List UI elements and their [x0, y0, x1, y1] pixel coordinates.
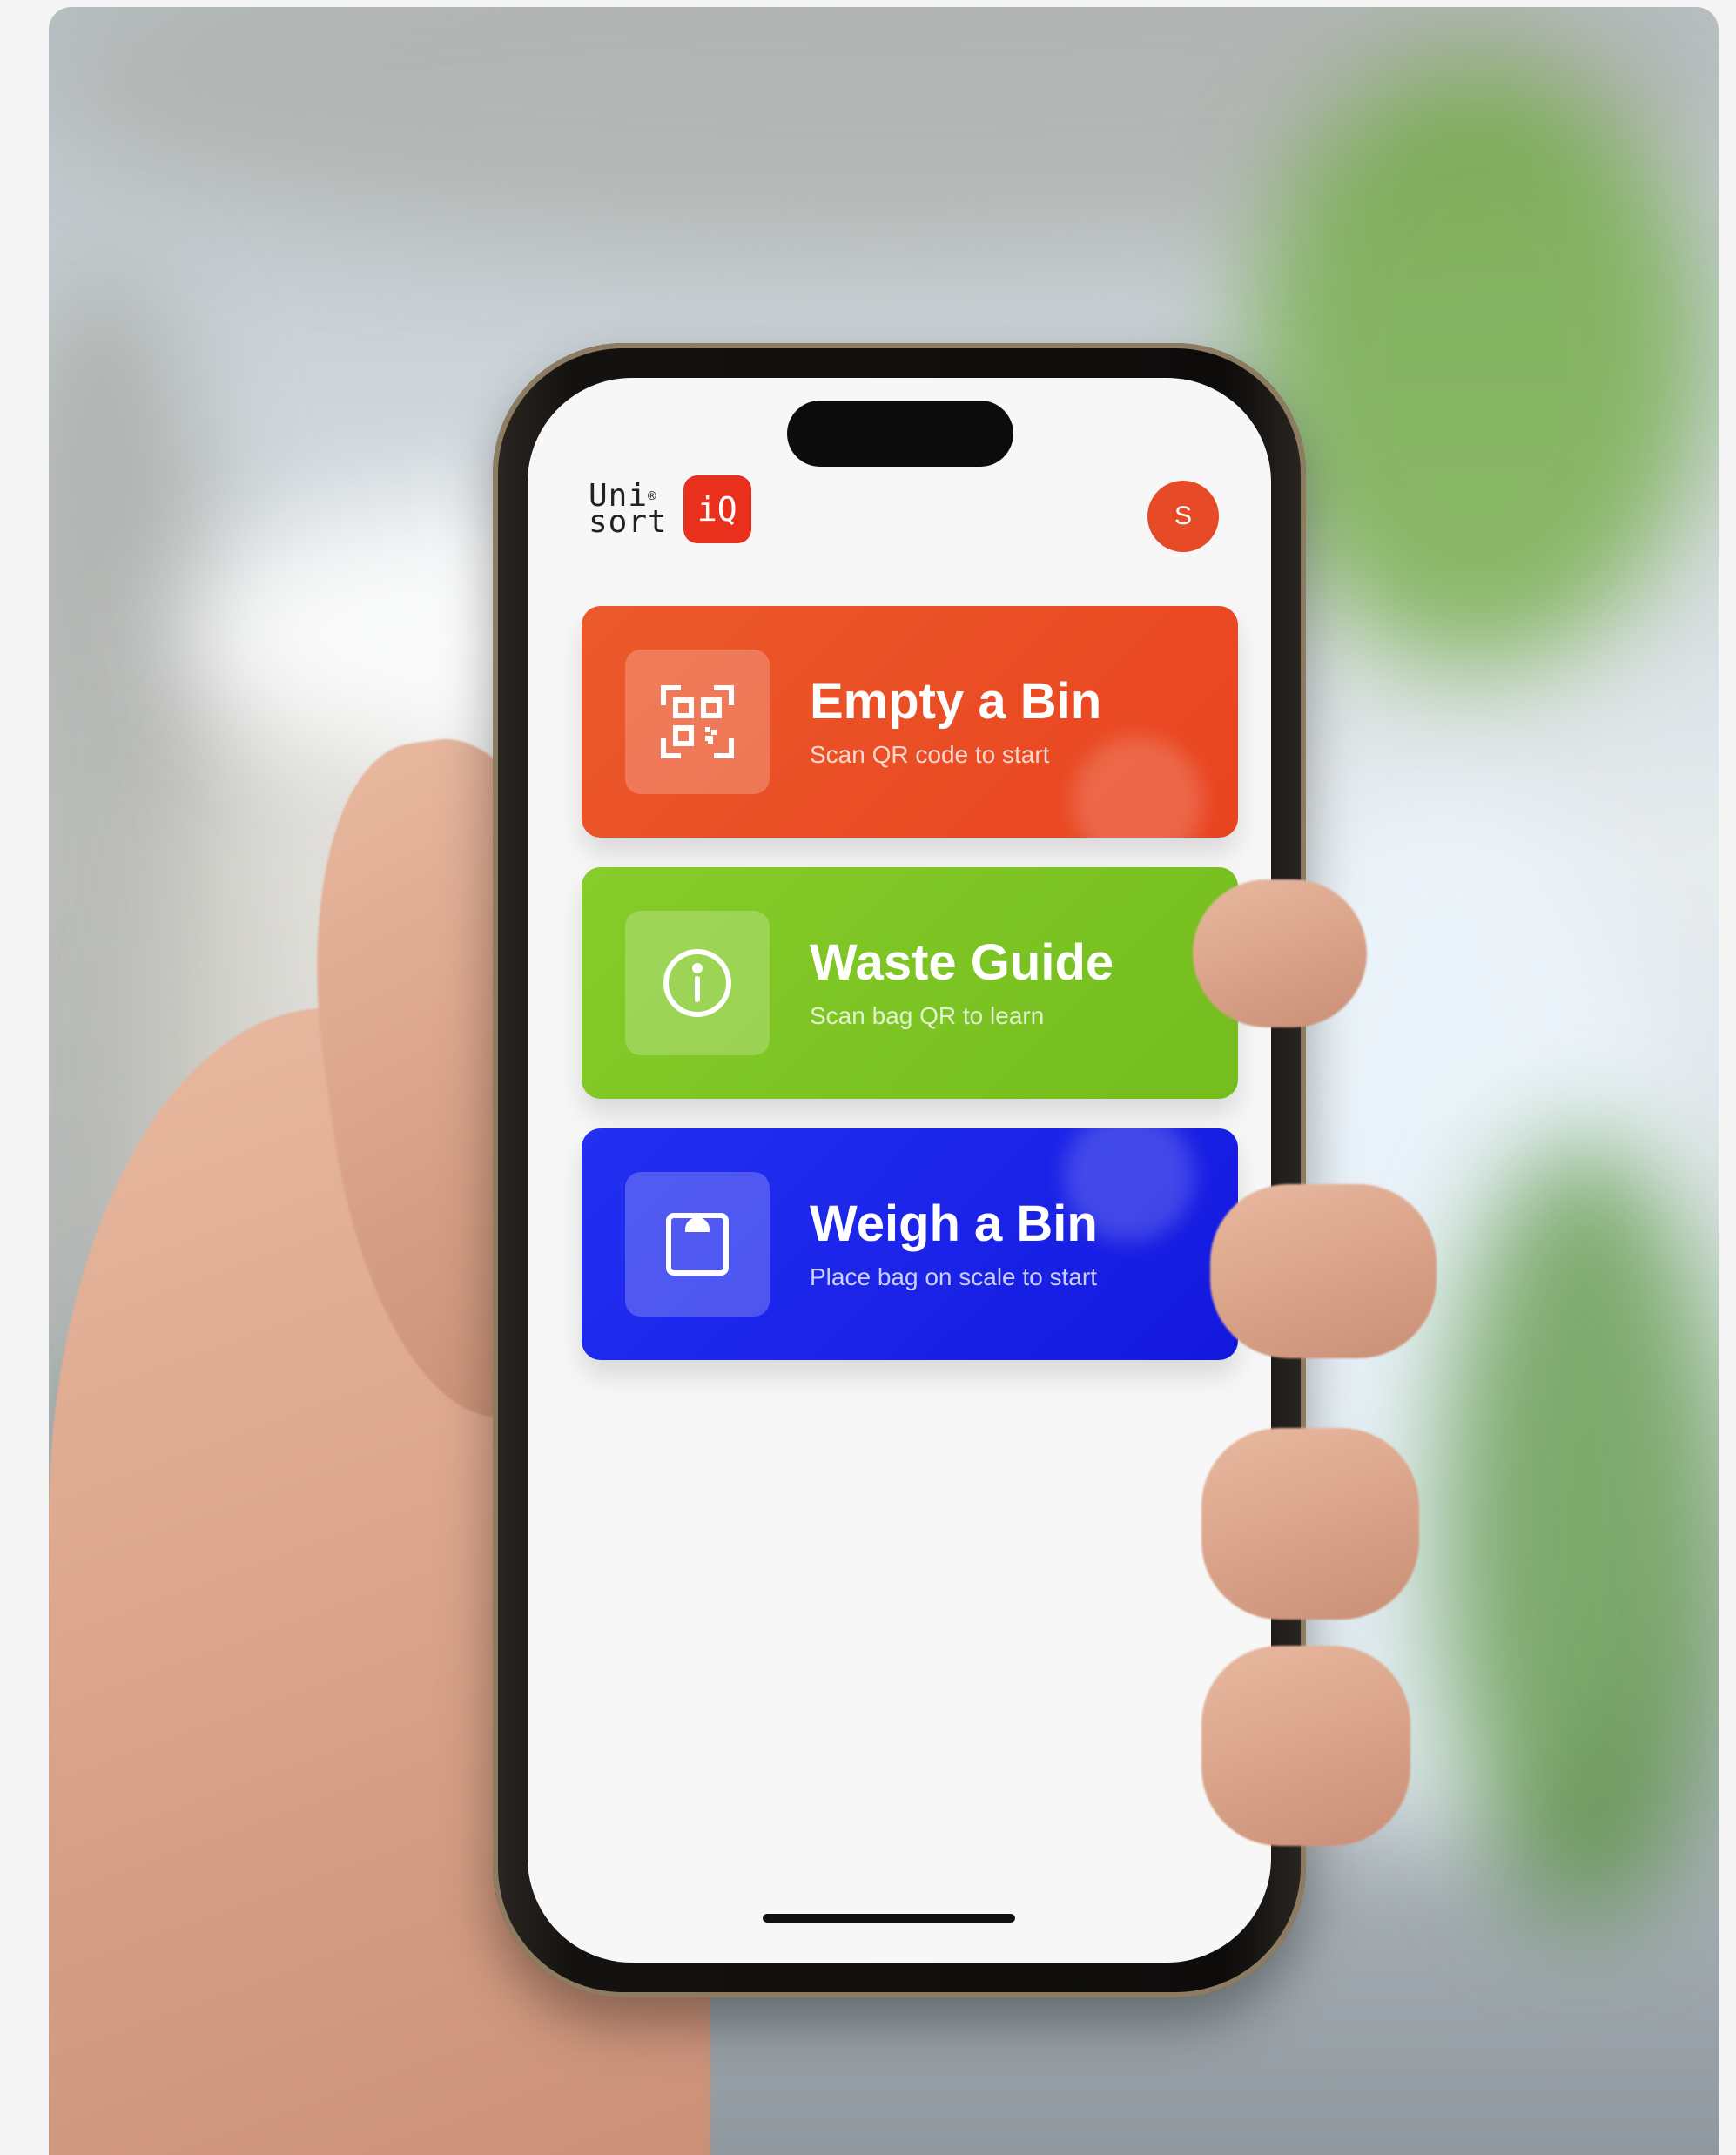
- empty-a-bin-card[interactable]: Empty a Bin Scan QR code to start: [582, 606, 1238, 838]
- app-screen: Uni® sort iQ S Empty a Bin Scan QR code …: [528, 378, 1271, 1963]
- waste-guide-card[interactable]: Waste Guide Scan bag QR to learn: [582, 867, 1238, 1099]
- weigh-a-bin-card[interactable]: Weigh a Bin Place bag on scale to start: [582, 1128, 1238, 1360]
- card-title: Weigh a Bin: [810, 1195, 1098, 1252]
- hand-finger: [1201, 1428, 1419, 1620]
- info-icon: [625, 911, 770, 1055]
- card-title: Empty a Bin: [810, 673, 1102, 730]
- unisort-logo: Uni® sort iQ: [589, 475, 751, 543]
- dynamic-island: [787, 401, 1013, 467]
- card-subtitle: Scan bag QR to learn: [810, 1002, 1045, 1029]
- blurred-plant: [1250, 59, 1703, 669]
- home-indicator[interactable]: [763, 1914, 1015, 1923]
- hand-finger: [1201, 1646, 1410, 1846]
- hand-finger: [1210, 1184, 1437, 1358]
- card-subtitle: Place bag on scale to start: [810, 1263, 1097, 1290]
- scale-icon: [625, 1172, 770, 1317]
- qr-code-icon: [625, 650, 770, 794]
- logo-iq-badge: iQ: [683, 475, 751, 543]
- card-subtitle: Scan QR code to start: [810, 741, 1050, 768]
- smartphone: Uni® sort iQ S Empty a Bin Scan QR code …: [493, 343, 1306, 1997]
- hand-finger: [1193, 879, 1367, 1027]
- logo-wordmark: Uni® sort: [589, 478, 668, 540]
- card-title: Waste Guide: [810, 934, 1114, 991]
- blurred-plant-lower: [1442, 1139, 1719, 1923]
- user-avatar[interactable]: S: [1147, 481, 1219, 552]
- action-cards: Empty a Bin Scan QR code to start Waste …: [582, 606, 1238, 1390]
